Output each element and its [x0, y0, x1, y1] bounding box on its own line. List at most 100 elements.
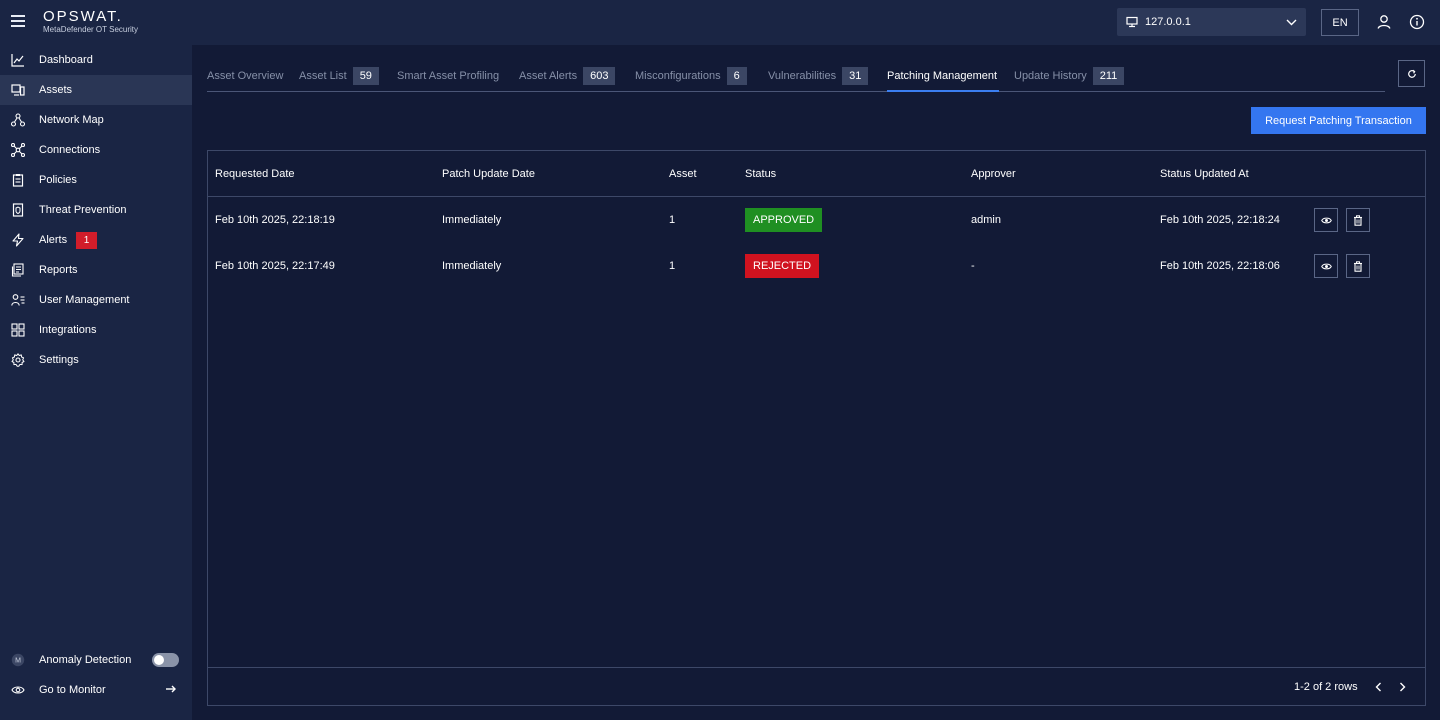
tab-asset-list[interactable]: Asset List 59	[299, 66, 379, 85]
asset-cell: 1	[669, 214, 676, 226]
tab-vulnerabilities[interactable]: Vulnerabilities 31	[768, 66, 869, 85]
sidebar-item-label: Reports	[39, 264, 78, 276]
svg-text:M: M	[15, 658, 21, 665]
tab-label: Smart Asset Profiling	[397, 69, 500, 82]
column-header[interactable]: Status	[745, 168, 776, 180]
trash-icon	[1354, 214, 1362, 226]
clipboard-icon	[12, 174, 24, 187]
tab-label: Update History	[1014, 69, 1087, 82]
sidebar-item-label: Network Map	[39, 114, 104, 126]
gear-icon	[11, 353, 25, 367]
status-badge: REJECTED	[745, 254, 820, 278]
patch-date-cell: Immediately	[442, 214, 502, 226]
sidebar-item-label: Connections	[39, 144, 101, 156]
tab-count-badge: 31	[842, 66, 869, 85]
sidebar-item-policies[interactable]: Policies	[0, 165, 192, 195]
column-header[interactable]: Approver	[971, 168, 1016, 180]
prev-page-button[interactable]	[1370, 679, 1386, 695]
logo: OPSWAT. MetaDefender OT Security	[43, 9, 138, 35]
chevron-right-icon	[1399, 682, 1405, 692]
sidebar-item-reports[interactable]: Reports	[0, 255, 192, 285]
approver-cell: -	[971, 260, 975, 272]
sidebar-item-label: Threat Prevention	[39, 204, 127, 216]
table-header: Requested Date Patch Update Date Asset S…	[208, 151, 1425, 197]
arrow-right-icon	[166, 685, 176, 693]
delete-button[interactable]	[1346, 208, 1370, 232]
next-page-button[interactable]	[1394, 679, 1410, 695]
alert-count-badge: 1	[76, 232, 97, 249]
tab-label: Asset Alerts	[519, 69, 578, 82]
monitor-icon	[1126, 16, 1138, 28]
tab-label: Misconfigurations	[635, 69, 721, 82]
info-icon[interactable]	[1409, 14, 1425, 30]
sidebar-item-threat-prevention[interactable]: Threat Prevention	[0, 195, 192, 225]
tab-label: Asset List	[299, 69, 347, 82]
column-header[interactable]: Status Updated At	[1160, 168, 1249, 180]
sidebar-item-label: Alerts	[39, 234, 68, 246]
eye-icon	[11, 686, 25, 694]
requested-date-cell: Feb 10th 2025, 22:18:19	[215, 214, 335, 226]
users-icon	[11, 294, 25, 306]
table-row: Feb 10th 2025, 22:17:49 Immediately 1 RE…	[208, 243, 1425, 289]
tab-update-history[interactable]: Update History 211	[1014, 66, 1125, 85]
sidebar-item-label: Assets	[39, 84, 73, 96]
table-footer: 1-2 of 2 rows	[208, 667, 1425, 705]
column-header[interactable]: Requested Date	[215, 168, 295, 180]
pagination-info: 1-2 of 2 rows	[1294, 681, 1358, 693]
patch-date-cell: Immediately	[442, 260, 502, 272]
requested-date-cell: Feb 10th 2025, 22:17:49	[215, 260, 335, 272]
sidebar-item-alerts[interactable]: Alerts 1	[0, 225, 192, 255]
sidebar-item-connections[interactable]: Connections	[0, 135, 192, 165]
sidebar-item-user-management[interactable]: User Management	[0, 285, 192, 315]
sidebar-item-dashboard[interactable]: Dashboard	[0, 45, 192, 75]
tab-label: Patching Management	[887, 69, 998, 82]
chart-line-icon	[11, 54, 24, 67]
refresh-button[interactable]	[1398, 60, 1425, 87]
sidebar-item-label: User Management	[39, 294, 130, 306]
tab-patching-management[interactable]: Patching Management	[887, 66, 997, 85]
trash-icon	[1354, 260, 1362, 272]
language-button[interactable]: EN	[1321, 9, 1359, 36]
status-updated-cell: Feb 10th 2025, 22:18:06	[1160, 260, 1280, 272]
delete-button[interactable]	[1346, 254, 1370, 278]
sidebar-item-label: Dashboard	[39, 54, 93, 66]
patching-table: Requested Date Patch Update Date Asset S…	[207, 150, 1426, 706]
tab-count-badge: 603	[583, 66, 616, 85]
reports-icon	[11, 263, 24, 277]
menu-icon[interactable]	[11, 15, 25, 27]
ip-value: 127.0.0.1	[1145, 16, 1191, 28]
ip-select[interactable]: 127.0.0.1	[1117, 8, 1306, 36]
table-row: Feb 10th 2025, 22:18:19 Immediately 1 AP…	[208, 197, 1425, 243]
chevron-left-icon	[1375, 682, 1381, 692]
tab-asset-overview[interactable]: Asset Overview	[207, 66, 283, 85]
status-badge: APPROVED	[745, 208, 823, 232]
sidebar-item-label: Go to Monitor	[39, 684, 106, 696]
top-bar: OPSWAT. MetaDefender OT Security 127.0.0…	[0, 0, 1440, 45]
tab-count-badge: 59	[352, 66, 379, 85]
column-header[interactable]: Asset	[669, 168, 697, 180]
sidebar-item-label: Anomaly Detection	[39, 654, 132, 666]
sidebar: Dashboard Assets Network Map Connections…	[0, 45, 192, 720]
sidebar-item-go-to-monitor[interactable]: Go to Monitor	[0, 675, 192, 705]
sidebar-item-settings[interactable]: Settings	[0, 345, 192, 375]
grid-icon	[11, 323, 25, 337]
sidebar-item-label: Settings	[39, 354, 79, 366]
request-patching-button[interactable]: Request Patching Transaction	[1251, 107, 1426, 134]
asset-tabs: Asset Overview Asset List 59 Smart Asset …	[207, 62, 1385, 92]
user-icon[interactable]	[1376, 14, 1392, 30]
sidebar-item-integrations[interactable]: Integrations	[0, 315, 192, 345]
sidebar-item-network-map[interactable]: Network Map	[0, 105, 192, 135]
eye-icon	[1320, 263, 1332, 269]
sidebar-item-assets[interactable]: Assets	[0, 75, 192, 105]
tab-asset-alerts[interactable]: Asset Alerts 603	[519, 66, 616, 85]
tab-label: Vulnerabilities	[768, 69, 837, 82]
view-button[interactable]	[1314, 254, 1338, 278]
tab-count-badge: 211	[1092, 66, 1125, 85]
tab-smart-asset-profiling[interactable]: Smart Asset Profiling	[397, 66, 499, 85]
chevron-down-icon	[1286, 19, 1297, 25]
view-button[interactable]	[1314, 208, 1338, 232]
tab-label: Asset Overview	[207, 69, 284, 82]
column-header[interactable]: Patch Update Date	[442, 168, 535, 180]
anomaly-detection-toggle[interactable]	[152, 653, 179, 667]
tab-misconfigurations[interactable]: Misconfigurations 6	[635, 66, 747, 85]
